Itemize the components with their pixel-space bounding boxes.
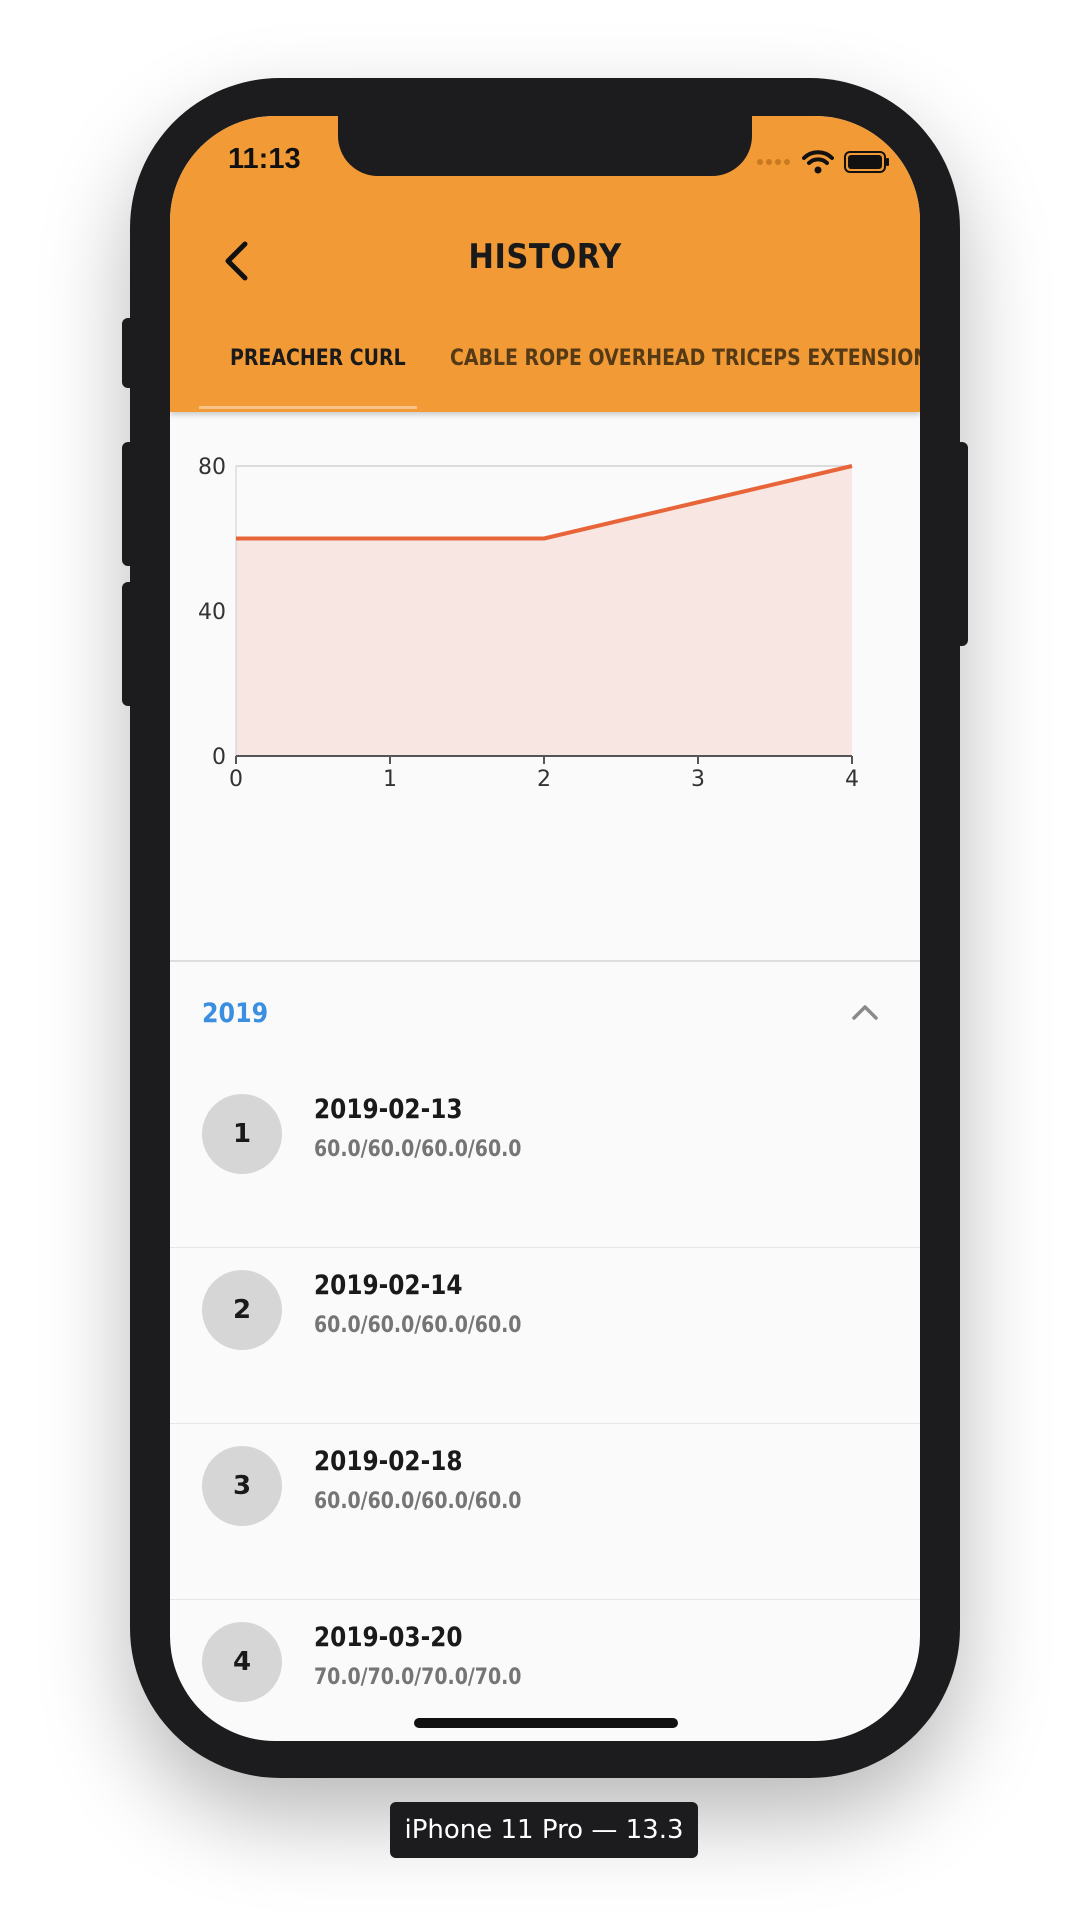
- entry-weights: 60.0/60.0/60.0/60.0: [314, 1489, 522, 1514]
- entry-date: 2019-02-14: [314, 1270, 463, 1301]
- cellular-signal-icon: [757, 159, 790, 165]
- battery-icon: [844, 151, 889, 173]
- notch: [338, 116, 752, 176]
- divider: [170, 960, 920, 962]
- home-indicator[interactable]: [414, 1718, 678, 1728]
- status-icons: [756, 150, 890, 174]
- entry-date: 2019-02-13: [314, 1094, 463, 1125]
- volume-down-button: [122, 582, 138, 706]
- volume-up-button: [122, 442, 138, 566]
- x-tick-label: 3: [691, 767, 705, 792]
- x-tick-label: 4: [845, 767, 859, 792]
- year-label: 2019: [202, 998, 269, 1029]
- list-item[interactable]: 3 2019-02-18 60.0/60.0/60.0/60.0: [170, 1424, 920, 1600]
- page-title: HISTORY: [468, 237, 622, 277]
- history-chart: 0 40 80 0 1 2 3 4: [170, 412, 920, 960]
- y-tick-label: 0: [212, 745, 226, 770]
- chart-svg: 0 40 80 0 1 2 3 4: [198, 455, 859, 792]
- y-tick-label: 40: [198, 600, 226, 625]
- year-section-header[interactable]: 2019: [170, 964, 920, 1072]
- power-button: [952, 442, 968, 646]
- entry-weights: 60.0/60.0/60.0/60.0: [314, 1313, 522, 1338]
- index-avatar: 2: [202, 1270, 282, 1350]
- entry-weights: 60.0/60.0/60.0/60.0: [314, 1137, 522, 1162]
- x-tick-label: 2: [537, 767, 551, 792]
- list-item[interactable]: 2 2019-02-14 60.0/60.0/60.0/60.0: [170, 1248, 920, 1424]
- app-screen: 11:13 HISTORY PREACHER CURL CABLE ROPE O…: [170, 116, 920, 1741]
- index-avatar: 1: [202, 1094, 282, 1174]
- tab-preacher-curl[interactable]: PREACHER CURL: [230, 346, 406, 371]
- active-tab-indicator: [199, 406, 417, 409]
- status-time: 11:13: [228, 143, 301, 175]
- tab-cable-rope-overhead-triceps-extension[interactable]: CABLE ROPE OVERHEAD TRICEPS EXTENSION: [450, 346, 920, 371]
- area-fill: [236, 466, 852, 756]
- x-tick-label: 0: [229, 767, 243, 792]
- chevron-up-icon[interactable]: [850, 1002, 880, 1022]
- entry-date: 2019-02-18: [314, 1446, 463, 1477]
- mute-switch: [122, 318, 138, 388]
- entry-date: 2019-03-20: [314, 1622, 463, 1653]
- device-label: iPhone 11 Pro — 13.3: [390, 1802, 698, 1858]
- entry-weights: 70.0/70.0/70.0/70.0: [314, 1665, 522, 1690]
- x-tick-label: 1: [383, 767, 397, 792]
- history-list: 1 2019-02-13 60.0/60.0/60.0/60.0 2 2019-…: [170, 1072, 920, 1741]
- index-avatar: 3: [202, 1446, 282, 1526]
- y-tick-label: 80: [198, 455, 226, 480]
- index-avatar: 4: [202, 1622, 282, 1702]
- list-item[interactable]: 1 2019-02-13 60.0/60.0/60.0/60.0: [170, 1072, 920, 1248]
- wifi-icon: [802, 150, 834, 174]
